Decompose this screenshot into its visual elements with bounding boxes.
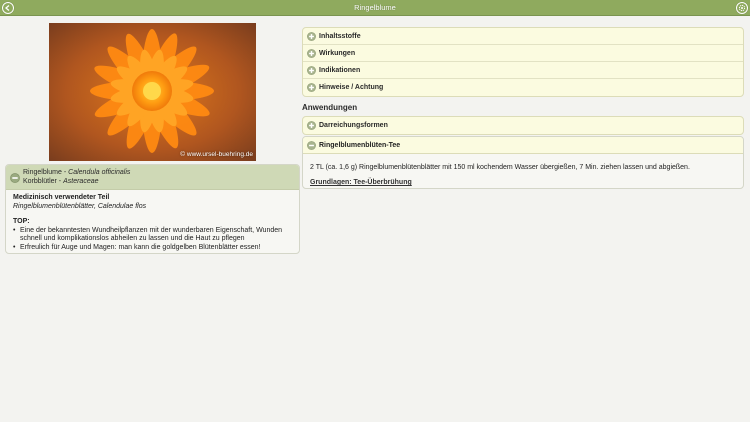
top-list: Eine der bekanntesten Wundheilpflanzen m…: [13, 227, 292, 253]
section-label: Wirkungen: [319, 50, 356, 57]
section-label: Hinweise / Achtung: [319, 84, 384, 91]
forms-accordion: Darreichungsformen: [302, 116, 744, 135]
info-sections-accordion: Inhaltsstoffe Wirkungen Indikationen Hin…: [302, 27, 744, 97]
expand-plus-icon: [307, 121, 316, 130]
plant-photo: © www.ursel-buehring.de: [49, 23, 256, 161]
section-label: Darreichungsformen: [319, 122, 388, 129]
plant-family-line: Korbblütler - Asteraceae: [23, 178, 99, 185]
plant-family-latin: Asteraceae: [63, 178, 99, 185]
medicinal-part-text: Ringelblumenblütenblätter, Calendulae fl…: [13, 202, 147, 210]
collapse-icon: [10, 173, 20, 183]
marigold-flower-image: [49, 23, 256, 161]
section-wirkungen[interactable]: Wirkungen: [303, 45, 743, 62]
plant-family: Korbblütler: [23, 178, 57, 185]
plant-name-line: Ringelblume - Calendula officinalis: [23, 169, 130, 176]
top-bar: Ringelblume: [0, 0, 750, 16]
section-hinweise[interactable]: Hinweise / Achtung: [303, 79, 743, 96]
photo-copyright: © www.ursel-buehring.de: [180, 151, 253, 158]
top-list-item: Erfreulich für Auge und Magen: man kann …: [13, 244, 292, 253]
tea-basics-link[interactable]: Grundlagen: Tee-Überbrühung: [310, 179, 412, 186]
section-indikationen[interactable]: Indikationen: [303, 62, 743, 79]
section-tea[interactable]: Ringelblumenblüten-Tee: [303, 137, 743, 154]
expand-plus-icon: [307, 49, 316, 58]
tea-title: Ringelblumenblüten-Tee: [319, 142, 401, 149]
section-label: Inhaltsstoffe: [319, 33, 361, 40]
expand-plus-icon: [307, 32, 316, 41]
section-inhaltsstoffe[interactable]: Inhaltsstoffe: [303, 28, 743, 45]
page-title: Ringelblume: [354, 3, 396, 12]
plant-latin-name: Calendula officinalis: [68, 169, 131, 176]
plant-info-body: Medizinisch verwendeter Teil Ringelblume…: [6, 190, 299, 253]
settings-button[interactable]: [736, 2, 748, 14]
tea-instructions: 2 TL (ca. 1,6 g) Ringelblumenblütenblätt…: [310, 164, 690, 171]
expand-plus-icon: [307, 83, 316, 92]
gear-icon: [738, 4, 746, 12]
plant-info-header[interactable]: Ringelblume - Calendula officinalis Korb…: [6, 165, 299, 190]
plant-name: Ringelblume: [23, 169, 62, 176]
plant-info-card: Ringelblume - Calendula officinalis Korb…: [5, 164, 300, 254]
collapse-minus-icon: [307, 141, 316, 150]
applications-title: Anwendungen: [302, 103, 358, 112]
section-darreichungsformen[interactable]: Darreichungsformen: [303, 117, 743, 134]
medicinal-part-heading: Medizinisch verwendeter Teil: [13, 194, 110, 201]
tea-card: Ringelblumenblüten-Tee 2 TL (ca. 1,6 g) …: [302, 136, 744, 189]
section-label: Indikationen: [319, 67, 361, 74]
top-heading: TOP:: [13, 218, 30, 225]
expand-plus-icon: [307, 66, 316, 75]
top-list-item: Eine der bekanntesten Wundheilpflanzen m…: [13, 227, 292, 244]
